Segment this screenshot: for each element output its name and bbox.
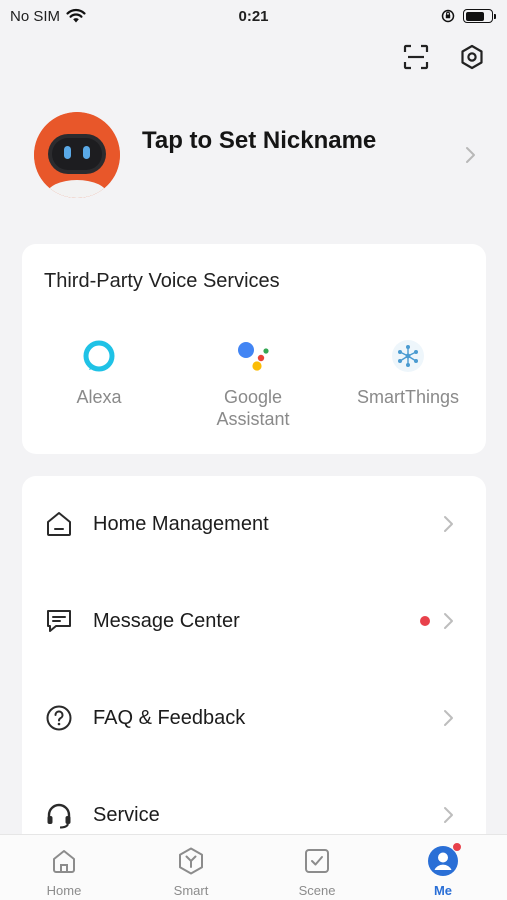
service-label: Alexa	[76, 387, 122, 407]
service-google-assistant[interactable]: Google Assistant	[178, 336, 328, 430]
settings-button[interactable]	[457, 42, 487, 72]
status-bar: No SIM 0:21	[0, 0, 507, 32]
smart-icon	[175, 845, 207, 877]
service-label: SmartThings	[356, 387, 460, 407]
menu-item-faq-feedback[interactable]: FAQ & Feedback	[22, 688, 486, 748]
scan-button[interactable]	[401, 42, 431, 72]
service-label: Google Assistant	[216, 387, 290, 429]
notification-badge	[452, 842, 462, 852]
robot-avatar-icon	[34, 112, 120, 198]
wifi-icon	[66, 8, 86, 23]
tab-bar: Home Smart Scene Me	[0, 834, 507, 900]
gear-icon	[461, 44, 483, 70]
service-alexa[interactable]: Alexa	[24, 336, 174, 408]
nickname-label[interactable]: Tap to Set Nickname	[142, 127, 460, 155]
question-icon	[44, 703, 74, 733]
headset-icon	[44, 800, 74, 830]
orientation-lock-icon	[441, 9, 455, 23]
tab-scene[interactable]: Scene	[277, 845, 357, 898]
chevron-right-icon	[444, 613, 453, 629]
service-smartthings[interactable]: SmartThings	[333, 336, 483, 408]
profile-row[interactable]: Tap to Set Nickname	[34, 112, 486, 198]
google-assistant-icon	[233, 336, 273, 376]
carrier-label: No SIM	[10, 7, 61, 25]
menu-label: Message Center	[93, 609, 240, 632]
status-left: No SIM	[10, 8, 86, 25]
chevron-right-icon	[444, 807, 453, 823]
tab-label: Me	[433, 883, 453, 898]
home-outline-icon	[44, 509, 74, 539]
tab-me[interactable]: Me	[403, 842, 483, 898]
alexa-icon	[79, 336, 119, 376]
tab-label: Smart	[173, 883, 209, 898]
battery-icon	[463, 9, 496, 23]
message-icon	[44, 606, 74, 636]
tab-label: Home	[46, 883, 82, 898]
voice-services-title: Third-Party Voice Services	[44, 270, 280, 292]
smartthings-icon	[388, 336, 428, 376]
chevron-right-icon	[444, 710, 453, 726]
unread-badge	[420, 616, 430, 626]
scan-icon	[403, 44, 429, 70]
menu-label: FAQ & Feedback	[93, 706, 246, 729]
chevron-right-icon	[466, 147, 475, 163]
me-icon	[427, 842, 462, 877]
chevron-right-icon	[444, 516, 453, 532]
top-actions	[401, 42, 487, 72]
menu-item-home-management[interactable]: Home Management	[22, 494, 486, 554]
scene-icon	[301, 845, 333, 877]
menu-label: Service	[93, 803, 160, 826]
tab-home[interactable]: Home	[24, 845, 104, 898]
menu-item-message-center[interactable]: Message Center	[22, 591, 486, 651]
tab-smart[interactable]: Smart	[151, 845, 231, 898]
status-right	[441, 9, 496, 23]
tab-label: Scene	[298, 883, 336, 898]
home-icon	[48, 845, 80, 877]
avatar[interactable]	[34, 112, 120, 198]
menu-label: Home Management	[93, 512, 269, 535]
menu-card: Home Management Message Center FAQ & Fee…	[22, 476, 486, 856]
